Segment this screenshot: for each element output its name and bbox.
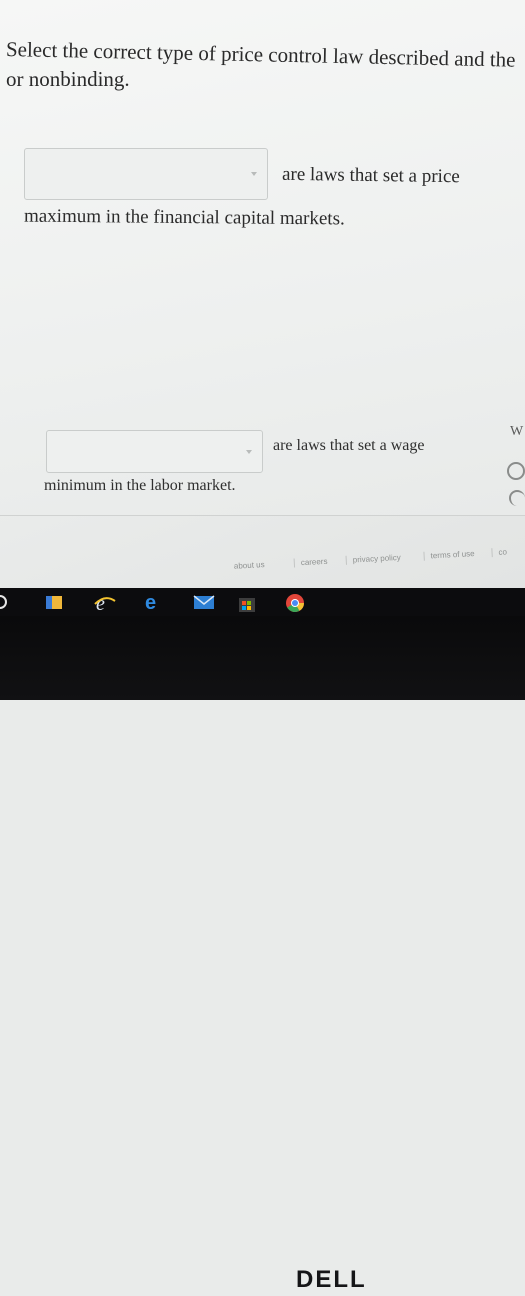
internet-explorer-icon[interactable]: e [94,592,116,614]
footer-link-careers[interactable]: careers [293,556,334,568]
footer-link-contact[interactable]: co [491,547,514,558]
radio-option[interactable] [509,490,525,506]
wage-floor-dropdown[interactable] [46,430,263,473]
file-manager-icon[interactable] [44,592,66,612]
price-ceiling-dropdown[interactable] [24,148,268,200]
svg-text:e: e [96,593,105,614]
browser-viewport: Select the correct type of price control… [0,0,525,588]
chevron-down-icon [251,172,257,176]
cut-off-column-header: W [510,424,524,439]
edge-icon[interactable]: e [143,592,163,614]
back-circle-icon[interactable] [0,592,10,612]
footer-link-about[interactable]: about us [228,560,271,571]
chevron-down-icon [246,449,252,454]
item-2-continuation: minimum in the labor market. [44,477,236,494]
radio-option[interactable] [507,462,525,480]
footer-link-terms[interactable]: terms of use [423,548,481,561]
question-card: Select the correct type of price control… [0,0,525,516]
question-prompt: Select the correct type of price control… [6,34,525,94]
windows-taskbar: e e [0,588,525,616]
chrome-icon[interactable] [284,592,306,614]
mail-icon[interactable] [192,592,216,612]
svg-text:e: e [145,592,156,614]
item-1-continuation: maximum in the financial capital markets… [23,205,345,230]
store-icon[interactable] [236,592,258,614]
item-2-text: are laws that set a wage [273,437,425,454]
footer-links: about us careers privacy policy terms of… [227,539,525,580]
monitor-brand-logo: DELL [296,1266,367,1293]
item-1-text: are laws that set a price [281,163,460,188]
monitor-bezel: DELL [0,616,525,1293]
footer-link-privacy[interactable]: privacy policy [345,552,407,565]
